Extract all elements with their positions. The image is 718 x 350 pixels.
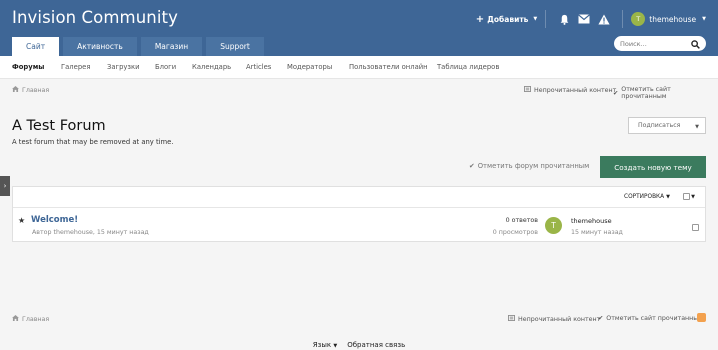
tab-store[interactable]: Магазин: [140, 37, 203, 56]
topic-list: СОРТИРОВКА ▼ ▼ ★ Welcome! Автор themehou…: [12, 186, 706, 242]
bell-icon[interactable]: [558, 13, 570, 25]
add-button[interactable]: + Добавить ▼: [476, 14, 537, 25]
star-icon: ★: [18, 216, 26, 225]
select-all-checkbox: [683, 193, 691, 200]
unread-label: Непрочитанный контент: [534, 86, 617, 94]
follow-button[interactable]: Подписаться ▼: [628, 117, 706, 134]
page-title: A Test Forum: [12, 118, 106, 134]
caret-down-icon: ▼: [702, 16, 706, 22]
select-all-menu[interactable]: ▼: [683, 193, 695, 200]
username: themehouse: [649, 14, 697, 24]
subnav-articles[interactable]: Articles: [246, 63, 271, 71]
topic-title-link[interactable]: Welcome!: [31, 215, 78, 225]
language-menu[interactable]: Язык ▼: [313, 341, 337, 349]
footer-links: Язык ▼ Обратная связь: [0, 341, 718, 349]
topic-meta: Автор themehouse, 15 минут назад: [32, 229, 149, 236]
breadcrumb[interactable]: Главная: [12, 86, 49, 94]
rss-icon[interactable]: [697, 313, 706, 322]
warning-icon[interactable]: [598, 13, 610, 25]
reply-count: 0 ответов: [505, 217, 538, 224]
caret-down-icon: ▼: [691, 193, 695, 200]
avatar: T: [631, 12, 646, 26]
plus-icon: +: [475, 13, 485, 25]
mark-forum-read-link[interactable]: ✔ Отметить форум прочитанным: [469, 162, 589, 170]
unread-label: Непрочитанный контент: [518, 315, 601, 323]
check-icon: ✔: [469, 162, 475, 170]
unread-content-link[interactable]: Непрочитанный контент: [508, 315, 600, 323]
view-count: 0 просмотров: [492, 229, 538, 236]
home-icon: [12, 315, 19, 323]
sort-label: СОРТИРОВКА: [624, 194, 665, 200]
sort-dropdown[interactable]: СОРТИРОВКА ▼: [624, 194, 670, 200]
breadcrumb-home: Главная: [22, 86, 50, 94]
subnav-forums[interactable]: Форумы: [12, 63, 44, 71]
subnav-calendar[interactable]: Календарь: [192, 63, 231, 71]
unread-icon: [524, 86, 531, 94]
search-input[interactable]: [620, 39, 684, 48]
header-actions: + Добавить ▼ T themehouse ▼: [476, 10, 706, 28]
breadcrumb-bottom[interactable]: Главная: [12, 315, 49, 323]
subnav-downloads[interactable]: Загрузки: [107, 63, 140, 71]
follow-label: Подписаться: [638, 122, 681, 129]
envelope-icon[interactable]: [578, 13, 591, 25]
check-icon: ✔: [598, 315, 604, 322]
subnav-moderators[interactable]: Модераторы: [287, 63, 332, 71]
home-icon: [12, 86, 19, 94]
caret-down-icon: ▼: [333, 343, 338, 349]
header-divider: [622, 10, 624, 28]
language-label: Язык: [312, 341, 332, 349]
feedback-link[interactable]: Обратная связь: [347, 341, 405, 349]
mark-site-read-link[interactable]: ✔ Отметить сайт прочитанным: [598, 315, 703, 322]
subnav-blogs[interactable]: Блоги: [155, 63, 176, 71]
subnav-gallery[interactable]: Галерея: [61, 63, 90, 71]
caret-down-icon: ▼: [666, 194, 670, 200]
subnav-leaderboard[interactable]: Таблица лидеров: [437, 63, 499, 71]
header-divider: [545, 10, 547, 28]
mark-site-read-label: Отметить сайт прочитанным: [621, 86, 671, 100]
site-header: Invision Community + Добавить ▼ T themeh…: [0, 0, 718, 56]
mark-forum-read-label: Отметить форум прочитанным: [477, 162, 590, 170]
tab-support[interactable]: Support: [206, 37, 264, 56]
caret-down-icon: ▼: [533, 16, 538, 22]
search-icon[interactable]: [691, 34, 700, 53]
main-tabs: Сайт Активность Магазин Support: [12, 37, 264, 56]
sidebar-toggle[interactable]: ›: [0, 176, 10, 196]
tab-site[interactable]: Сайт: [12, 37, 60, 56]
chevron-right-icon: ›: [3, 182, 7, 190]
mark-site-read-link[interactable]: ✔ Отметить сайт прочитанным: [613, 86, 718, 100]
search-box: [614, 36, 706, 51]
last-poster-name[interactable]: themehouse: [571, 217, 612, 225]
site-title[interactable]: Invision Community: [12, 8, 178, 27]
unread-content-link[interactable]: Непрочитанный контент: [524, 86, 616, 94]
sub-navigation: Форумы Галерея Загрузки Блоги Календарь …: [0, 56, 718, 79]
table-row: ★ Welcome! Автор themehouse, 15 минут на…: [13, 208, 705, 242]
caret-down-icon: ▼: [695, 124, 699, 130]
check-icon: ✔: [613, 89, 619, 97]
forum-description: A test forum that may be removed at any …: [12, 138, 174, 146]
unread-icon: [508, 315, 515, 323]
mark-site-read-label: Отметить сайт прочитанным: [606, 315, 704, 322]
breadcrumb-home: Главная: [22, 315, 50, 323]
tab-activity[interactable]: Активность: [63, 37, 137, 56]
last-post-time: 15 минут назад: [571, 229, 623, 236]
add-label: Добавить: [487, 14, 529, 24]
row-checkbox[interactable]: [692, 224, 699, 231]
user-menu[interactable]: T themehouse ▼: [631, 12, 706, 26]
avatar[interactable]: T: [545, 217, 562, 234]
new-topic-button[interactable]: Создать новую тему: [600, 156, 706, 178]
topic-list-header: СОРТИРОВКА ▼ ▼: [13, 187, 705, 208]
subnav-online-users[interactable]: Пользователи онлайн: [349, 63, 428, 71]
